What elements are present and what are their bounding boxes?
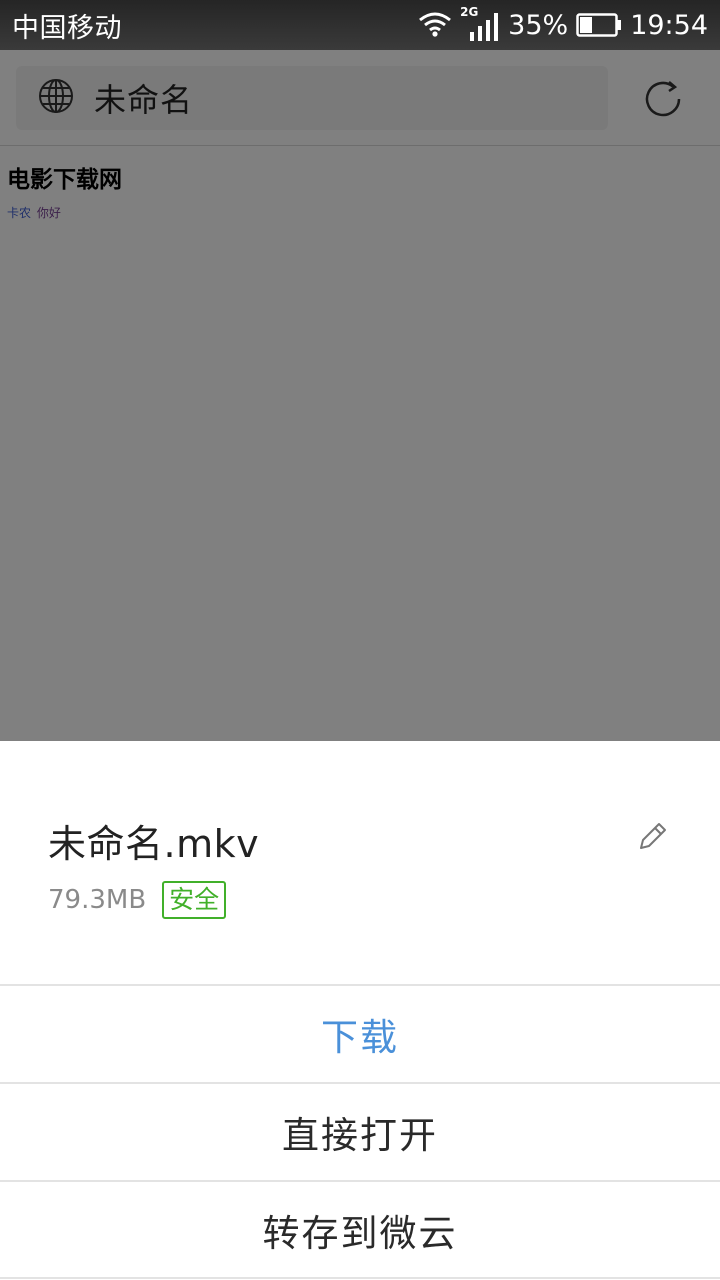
file-size: 79.3MB [48, 885, 147, 915]
file-name: 未命名.mkv [48, 822, 260, 866]
rename-button[interactable] [630, 817, 674, 861]
battery-icon [576, 13, 622, 37]
safety-badge: 安全 [162, 881, 227, 919]
page-links: 卡农 你好 [7, 204, 61, 221]
battery-percent: 35% [508, 9, 569, 41]
page-heading: 电影下载网 [7, 167, 122, 193]
page-link[interactable]: 你好 [37, 206, 61, 220]
refresh-icon [641, 77, 685, 125]
clock: 19:54 [630, 9, 708, 41]
file-meta: 79.3MB 安全 [48, 881, 227, 919]
carrier-name: 中国移动 [12, 12, 122, 44]
screen: 中国移动 2G 35% 19:54 未命名 电影下载网 卡农 你好 未命名.mk… [0, 0, 720, 1280]
signal-icon: 2G [460, 5, 500, 42]
web-page-content: 电影下载网 卡农 你好 [0, 146, 720, 741]
pencil-icon [635, 820, 669, 858]
download-button[interactable]: 下载 [0, 984, 720, 1081]
save-to-weiyun-button[interactable]: 转存到微云 [0, 1180, 720, 1279]
refresh-button[interactable] [636, 74, 690, 128]
globe-icon [38, 78, 74, 118]
status-bar: 中国移动 2G 35% 19:54 [0, 0, 720, 50]
page-title: 未命名 [94, 81, 194, 119]
page-link[interactable]: 卡农 [7, 206, 31, 220]
download-sheet: 未命名.mkv 79.3MB 安全 下载 直接打开 转存到微云 [0, 741, 720, 1280]
open-directly-button[interactable]: 直接打开 [0, 1082, 720, 1179]
wifi-icon [418, 12, 452, 38]
status-indicators: 2G 35% 19:54 [418, 5, 708, 42]
url-box[interactable]: 未命名 [16, 66, 608, 130]
browser-address-bar: 未命名 [0, 50, 720, 146]
